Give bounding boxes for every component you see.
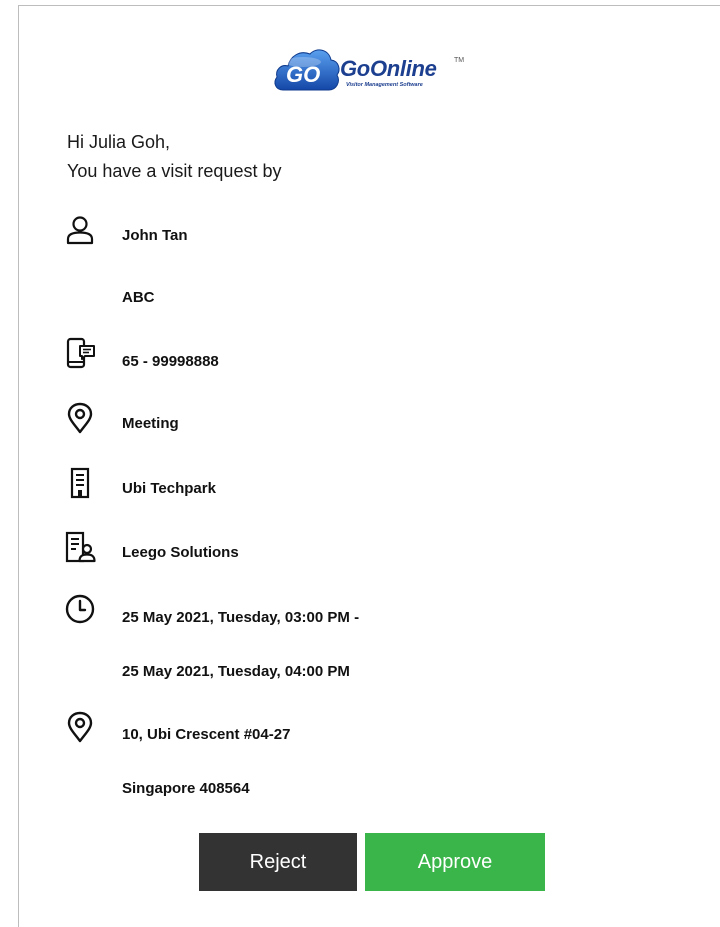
logo-trademark: TM [454, 57, 465, 64]
visitor-phone: 65 - 99998888 [122, 353, 219, 370]
visitor-name: John Tan [122, 227, 188, 244]
visit-purpose: Meeting [122, 415, 179, 432]
greeting-line: Hi Julia Goh, [67, 132, 171, 152]
location-pin-icon [67, 711, 93, 743]
clock-icon [65, 594, 95, 624]
visit-end-time: 25 May 2021, Tuesday, 04:00 PM [122, 663, 350, 680]
logo-wordmark: GoOnline [340, 56, 437, 81]
office-person-icon [65, 531, 96, 563]
logo-badge-text: GO [286, 62, 321, 87]
greeting-subtitle: You have a visit request by [67, 161, 282, 181]
visitor-company: ABC [122, 289, 155, 306]
location-pin-icon [67, 402, 93, 434]
host-company: Leego Solutions [122, 544, 239, 561]
address-line-2: Singapore 408564 [122, 780, 250, 797]
reject-button[interactable]: Reject [199, 833, 357, 891]
building-icon [70, 467, 90, 499]
goonline-logo: GO GoOnline TM Visitor Management Softwa… [273, 44, 473, 98]
approve-button[interactable]: Approve [365, 833, 545, 891]
building-name: Ubi Techpark [122, 480, 216, 497]
address-line-1: 10, Ubi Crescent #04-27 [122, 726, 291, 743]
logo-tagline: Visitor Management Software [346, 82, 423, 88]
person-icon [66, 216, 94, 245]
mobile-message-icon [66, 337, 95, 369]
visit-start-time: 25 May 2021, Tuesday, 03:00 PM - [122, 609, 360, 626]
